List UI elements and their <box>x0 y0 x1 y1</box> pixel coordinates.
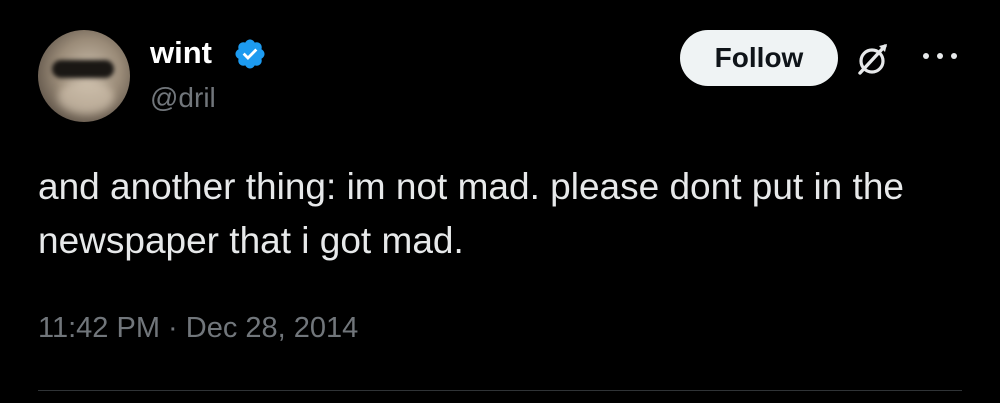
more-options-icon[interactable] <box>920 48 960 64</box>
meta-separator: · <box>168 312 178 344</box>
avatar[interactable] <box>38 30 130 122</box>
verified-badge-icon[interactable] <box>233 37 267 71</box>
avatar-face <box>58 80 114 114</box>
tweet-timestamp[interactable]: 11:42 PM · Dec 28, 2014 <box>38 308 358 348</box>
follow-button[interactable]: Follow <box>680 30 838 86</box>
avatar-sunglasses <box>52 60 114 78</box>
tweet-date: Dec 28, 2014 <box>185 312 359 344</box>
tweet-card: wint @dril Follow and another thing: im … <box>0 0 1000 403</box>
author-display-name[interactable]: wint <box>150 34 212 72</box>
divider <box>38 390 962 391</box>
tweet-time: 11:42 PM <box>38 312 160 344</box>
author-handle[interactable]: @dril <box>150 80 216 116</box>
grok-icon[interactable] <box>852 40 892 80</box>
tweet-text: and another thing: im not mad. please do… <box>38 166 904 261</box>
